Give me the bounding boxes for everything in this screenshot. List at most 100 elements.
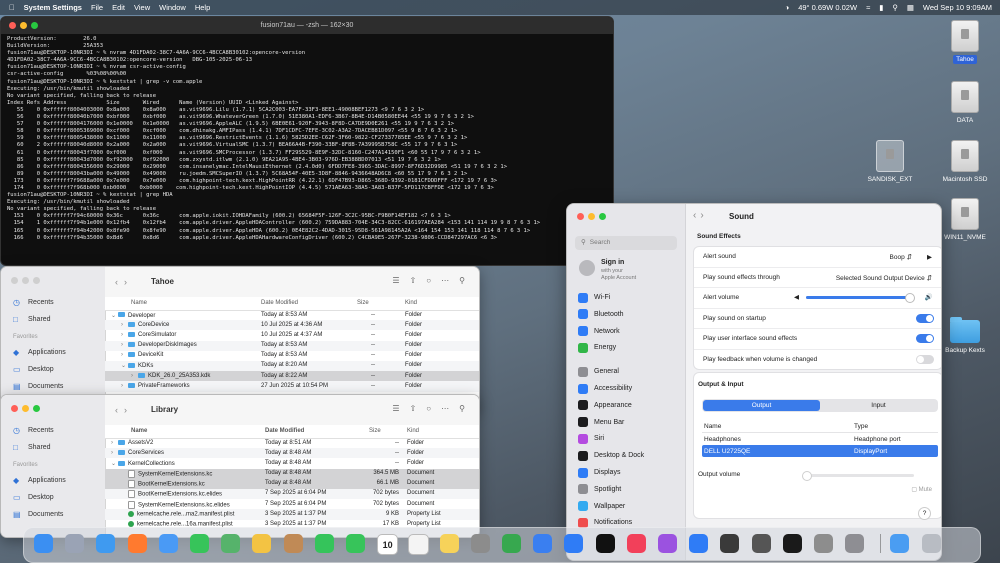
column-date-modified[interactable]: Date Modified xyxy=(265,428,304,434)
sidebar-item-documents[interactable]: ▤ Documents xyxy=(1,378,105,395)
table-row[interactable]: kernelcache.rele...ma2.manifest.plist 3 S… xyxy=(105,509,479,520)
back-forward-buttons[interactable]: ‹› xyxy=(693,210,708,221)
chevron-down-icon[interactable]: ⌄ xyxy=(111,312,118,319)
sidebar-item-desktop-dock[interactable]: Desktop & Dock xyxy=(575,448,679,463)
chevron-right-icon[interactable]: › xyxy=(121,352,128,358)
tab-output[interactable]: Output xyxy=(703,400,820,411)
more-icon[interactable]: ⋯ xyxy=(441,276,449,285)
terminal-output[interactable]: ProductVersion: 26.0 BuildVersion: 25A353… xyxy=(1,34,613,244)
chevron-right-icon[interactable]: › xyxy=(121,342,128,348)
back-forward-buttons[interactable]: ‹› xyxy=(115,405,133,415)
search-icon[interactable]: ⚲ xyxy=(892,3,898,12)
sidebar-item-applications[interactable]: ◆ Applications xyxy=(1,344,105,361)
sidebar-item-siri[interactable]: Siri xyxy=(575,431,679,446)
dock-stats-icon[interactable] xyxy=(720,534,740,553)
close-button[interactable] xyxy=(9,22,16,29)
desktop-drive-win11[interactable]: WIN11_NVME xyxy=(935,198,995,242)
dock-numbers-icon[interactable] xyxy=(502,534,521,553)
table-row[interactable]: › CoreServices Today at 8:48 AM -- Folder xyxy=(105,448,479,459)
search-icon[interactable]: ⚲ xyxy=(459,276,465,285)
dock-messages-icon[interactable] xyxy=(190,534,209,553)
terminal-window[interactable]: fusion71au — -zsh — 162×30 ProductVersio… xyxy=(0,16,614,266)
output-volume-slider[interactable] xyxy=(802,471,914,481)
table-row[interactable]: › KDK_26.0_25A353.kdk Today at 8:22 AM -- Fo… xyxy=(105,371,479,382)
view-options-icon[interactable]: ☰ xyxy=(392,404,399,413)
dock-firefox-icon[interactable] xyxy=(127,534,147,553)
dock-app-store-icon[interactable] xyxy=(689,534,709,553)
dock-keynote-icon[interactable] xyxy=(533,534,553,553)
table-row[interactable]: › DeviceKit Today at 8:53 AM -- Folder xyxy=(105,351,479,361)
table-row[interactable]: › CoreSimulator 10 Jul 2025 at 4:37 AM -- Fo… xyxy=(105,330,479,340)
sidebar-item-recents[interactable]: ◷ Recents xyxy=(1,422,105,439)
more-icon[interactable]: ⋯ xyxy=(441,404,449,413)
sidebar-item-wi-fi[interactable]: Wi-Fi xyxy=(575,290,679,305)
sidebar-item-menu-bar[interactable]: Menu Bar xyxy=(575,415,679,430)
apple-icon[interactable]:  xyxy=(9,3,15,12)
sidebar-item-general[interactable]: General xyxy=(575,364,679,379)
minimize-button[interactable] xyxy=(20,22,27,29)
share-icon[interactable]: ⇧ xyxy=(410,404,417,413)
dock-facetime-icon[interactable] xyxy=(314,534,334,553)
gauge-icon[interactable]: ◑ xyxy=(785,3,790,12)
dock-downloads-icon[interactable] xyxy=(890,534,910,553)
settings-search-field[interactable]: ⚲ Search xyxy=(575,236,677,250)
sidebar-item-recents[interactable]: ◷ Recents xyxy=(1,294,105,311)
dock-maps-icon[interactable] xyxy=(221,534,241,553)
column-name[interactable]: Name xyxy=(131,428,147,434)
menu-window[interactable]: Window xyxy=(159,3,186,12)
chevron-right-icon[interactable]: › xyxy=(131,373,138,379)
sidebar-item-shared[interactable]: □ Shared xyxy=(1,311,105,328)
chevron-down-icon[interactable]: ⌄ xyxy=(121,362,128,369)
chevron-right-icon[interactable]: › xyxy=(111,440,118,446)
dock-safari-icon[interactable] xyxy=(96,534,116,553)
table-row[interactable]: BootKernelExtensions.kc Today at 8:48 AM 6… xyxy=(105,478,479,489)
view-options-icon[interactable]: ☰ xyxy=(392,276,399,285)
chevron-right-icon[interactable]: › xyxy=(121,322,128,328)
minimize-button[interactable] xyxy=(588,213,595,220)
desktop-drive-data[interactable]: DATA xyxy=(935,81,995,125)
dock-xcode-icon[interactable] xyxy=(564,534,584,553)
menu-view[interactable]: View xyxy=(134,3,150,12)
menu-edit[interactable]: Edit xyxy=(112,3,125,12)
close-button[interactable] xyxy=(577,213,584,220)
control-center-icon[interactable]: ▦ xyxy=(907,3,914,12)
play-preview-icon[interactable]: ▶ xyxy=(927,253,932,261)
sidebar-item-spotlight[interactable]: Spotlight xyxy=(575,482,679,497)
sidebar-item-desktop[interactable]: ▭ Desktop xyxy=(1,489,105,506)
battery-icon[interactable]: ▮ xyxy=(879,3,883,12)
dock-calendar-icon[interactable]: 10 xyxy=(377,534,399,555)
dock-trash-icon[interactable] xyxy=(921,534,941,553)
wifi-icon[interactable]: ≈ xyxy=(866,3,870,12)
sidebar-item-network[interactable]: Network xyxy=(575,324,679,339)
chevron-right-icon[interactable]: › xyxy=(121,332,128,338)
table-row[interactable]: SystemKernelExtensions.kc.elides 7 Sep 20… xyxy=(105,499,479,509)
table-row[interactable]: › CoreDevice 10 Jul 2025 at 4:36 AM -- Folde… xyxy=(105,320,479,331)
device-row-headphones[interactable]: Headphones Headphone port xyxy=(702,433,938,445)
menu-file[interactable]: File xyxy=(91,3,103,12)
menu-help[interactable]: Help xyxy=(195,3,210,12)
tag-icon[interactable]: ○ xyxy=(426,276,431,285)
dock-activity-monitor-icon[interactable] xyxy=(751,534,771,553)
chevron-right-icon[interactable]: › xyxy=(111,450,118,456)
alert-volume-slider[interactable] xyxy=(806,293,915,303)
dock-tv-icon[interactable] xyxy=(595,534,615,553)
desktop-drive-macintosh-ssd[interactable]: Macintosh SSD xyxy=(935,140,995,184)
sidebar-item-shared[interactable]: □ Shared xyxy=(1,439,105,456)
dock-settings-icon[interactable] xyxy=(845,534,865,553)
terminal-titlebar[interactable]: fusion71au — -zsh — 162×30 xyxy=(1,17,613,34)
table-row[interactable]: › PrivateFrameworks 27 Jun 2025 at 10:54 P… xyxy=(105,381,479,392)
dock-podcasts-icon[interactable] xyxy=(658,534,677,553)
dock-contacts-icon[interactable] xyxy=(283,534,303,553)
startup-sound-toggle[interactable] xyxy=(916,313,934,323)
zoom-button[interactable] xyxy=(33,277,40,284)
sidebar-item-accessibility[interactable]: Accessibility xyxy=(575,381,679,396)
tag-icon[interactable]: ○ xyxy=(426,404,431,413)
dock-reminders-icon[interactable] xyxy=(408,534,430,555)
table-row[interactable]: SystemKernelExtensions.kc Today at 8:48 A… xyxy=(105,468,479,479)
table-row[interactable]: ⌄ Developer Today at 8:53 AM -- Folder xyxy=(105,310,479,320)
alert-sound-popup[interactable]: Boop ⇵ xyxy=(890,253,912,261)
play-through-popup[interactable]: Selected Sound Output Device ⇵ xyxy=(836,274,932,282)
ui-sounds-toggle[interactable] xyxy=(916,334,934,343)
share-icon[interactable]: ⇧ xyxy=(410,276,417,285)
sidebar-item-desktop[interactable]: ▭ Desktop xyxy=(1,361,105,378)
